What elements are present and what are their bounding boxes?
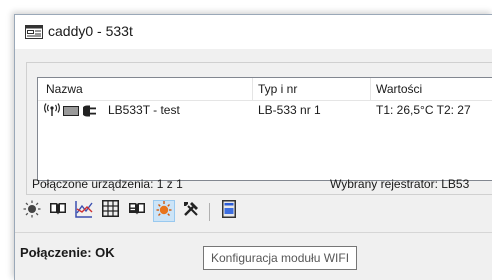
table-icon [101,200,119,222]
column-divider[interactable] [252,78,253,100]
device-panel-button[interactable] [218,199,240,223]
antenna-icon [44,103,60,122]
selected-recorder-status: Wybrany rejestrator: LB53 [330,177,470,191]
toolbar-separator [209,203,210,221]
device-list-header: Nazwa Typ i nr Wartości [38,78,492,101]
device-list[interactable]: Nazwa Typ i nr Wartości LB533T - test LB… [37,77,492,181]
device-panel-icon [222,199,236,223]
column-header-name[interactable]: Nazwa [46,78,83,100]
chart-button[interactable] [73,200,95,222]
book-icon [49,201,67,222]
window-title: caddy0 - 533t [48,23,133,39]
sun-icon [23,200,41,223]
power-plug-icon [81,104,97,122]
column-header-type[interactable]: Typ i nr [258,78,297,100]
toolbar [15,195,492,227]
connection-status: Połączenie: OK [20,245,115,260]
table-button[interactable] [99,200,121,222]
tools-button[interactable] [180,200,202,222]
tooltip: Konfiguracja modułu WIFI [203,246,358,270]
open-book-icon [128,201,146,222]
app-window: caddy0 - 533t Nazwa Typ i nr Wartości LB… [14,14,492,280]
wifi-config-icon [155,200,173,223]
chart-icon [75,200,93,223]
column-divider[interactable] [370,78,371,100]
open-book-button[interactable] [126,200,148,222]
sun-button[interactable] [21,200,43,222]
tools-icon [182,200,200,223]
book-button[interactable] [47,200,69,222]
app-icon [25,25,43,44]
device-row[interactable]: LB533T - test LB-533 nr 1 T1: 26,5°C T2:… [38,101,492,120]
battery-icon [63,104,80,122]
wifi-config-button[interactable] [153,200,175,222]
device-row-icons [44,103,97,122]
title-bar[interactable]: caddy0 - 533t [15,15,492,49]
device-type: LB-533 nr 1 [258,103,321,117]
status-divider [15,232,492,233]
connected-devices-status: Połączone urządzenia: 1 z 1 [32,177,183,191]
device-values: T1: 26,5°C T2: 27 [376,103,471,117]
device-name: LB533T - test [108,103,180,117]
column-header-values[interactable]: Wartości [376,78,422,100]
